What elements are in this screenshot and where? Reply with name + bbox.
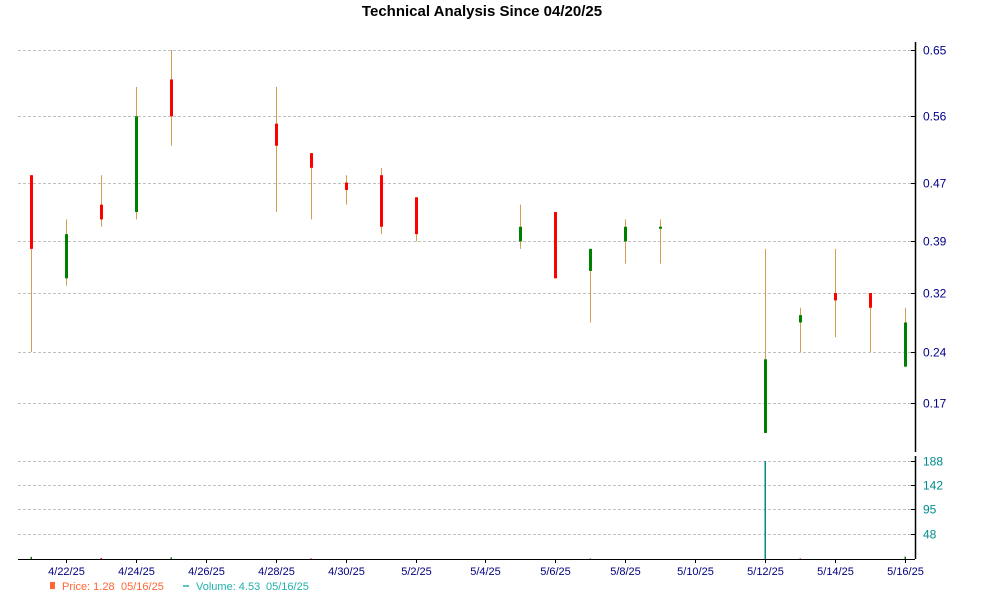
date-tick-label: 5/4/25: [470, 566, 501, 578]
price-legend-date: 05/16/25: [121, 581, 164, 593]
volume-tick-label: 95: [923, 503, 937, 517]
date-tick-label: 4/30/25: [328, 566, 365, 578]
candle-body-down: [345, 182, 348, 190]
candle-body-down: [100, 204, 103, 220]
price-tick-label: 0.65: [923, 44, 947, 58]
volume-bar: [100, 557, 102, 559]
date-tick-label: 5/2/25: [401, 566, 432, 578]
price-legend-label: Price: 1.28: [62, 581, 115, 593]
volume-bar: [904, 556, 906, 559]
date-tick-label: 5/14/25: [817, 566, 854, 578]
grid-lines: [18, 50, 915, 535]
axes: [18, 42, 917, 563]
price-tick-label: 0.56: [923, 110, 947, 124]
candle-body-up: [764, 359, 767, 433]
legend: Price: 1.28 05/16/25 Volume: 4.53 05/16/…: [50, 581, 309, 593]
volume-bars: [30, 461, 906, 560]
candle-body-down: [30, 175, 33, 249]
volume-tick-labels: 48 95 142 188: [923, 455, 943, 542]
volume-legend-label: Volume: 4.53: [196, 581, 260, 593]
volume-legend-date: 05/16/25: [266, 581, 309, 593]
price-tick-label: 0.32: [923, 287, 947, 301]
date-tick-label: 5/6/25: [540, 566, 571, 578]
candle-body-up: [799, 315, 802, 323]
candle-body-down: [380, 175, 383, 227]
volume-tick-label: 142: [923, 479, 943, 493]
candle-body-down: [170, 79, 173, 117]
candle-body-down: [275, 123, 278, 146]
date-tick-label: 5/10/25: [677, 566, 714, 578]
candle-body-up: [589, 248, 592, 271]
price-legend-swatch: [50, 582, 55, 589]
volume-tick-label: 48: [923, 528, 937, 542]
price-tick-labels: 0.17 0.24 0.32 0.39 0.47 0.56 0.65: [923, 44, 947, 411]
volume-bar: [170, 557, 172, 559]
candle-body-down: [869, 293, 872, 308]
price-tick-label: 0.47: [923, 177, 947, 191]
candle-body-down: [834, 293, 837, 301]
volume-bar: [30, 556, 32, 559]
date-tick-label: 5/16/25: [887, 566, 924, 578]
price-tick-label: 0.17: [923, 397, 947, 411]
technical-analysis-chart: Technical Analysis Since 04/20/25 0.17 0.…: [0, 0, 1000, 600]
date-tick-label: 4/22/25: [48, 566, 85, 578]
date-tick-label: 4/24/25: [118, 566, 155, 578]
date-tick-labels: 4/22/25 4/24/25 4/26/25 4/28/25 4/30/25 5/2/2…: [48, 566, 924, 578]
chart-title: Technical Analysis Since 04/20/25: [362, 3, 602, 20]
candle-body-up: [519, 226, 522, 242]
volume-tick-label: 188: [923, 455, 943, 469]
volume-bar: [764, 461, 766, 559]
date-tick-label: 4/28/25: [258, 566, 295, 578]
candle-body-up: [904, 322, 907, 367]
price-tick-label: 0.24: [923, 346, 947, 360]
candle-body-up: [659, 226, 662, 229]
price-tick-label: 0.39: [923, 235, 947, 249]
candle-body-up: [65, 234, 68, 279]
chart-canvas: Technical Analysis Since 04/20/25 0.170.…: [18, 3, 947, 593]
candle-body-down: [310, 153, 313, 168]
candle-body-down: [554, 212, 557, 279]
date-tick-label: 5/12/25: [747, 566, 784, 578]
candle-body-up: [135, 116, 138, 213]
date-tick-label: 4/26/25: [188, 566, 225, 578]
candle-bodies: [30, 79, 907, 433]
candle-body-up: [624, 226, 627, 242]
date-tick-label: 5/8/25: [610, 566, 641, 578]
candle-body-down: [415, 197, 418, 235]
